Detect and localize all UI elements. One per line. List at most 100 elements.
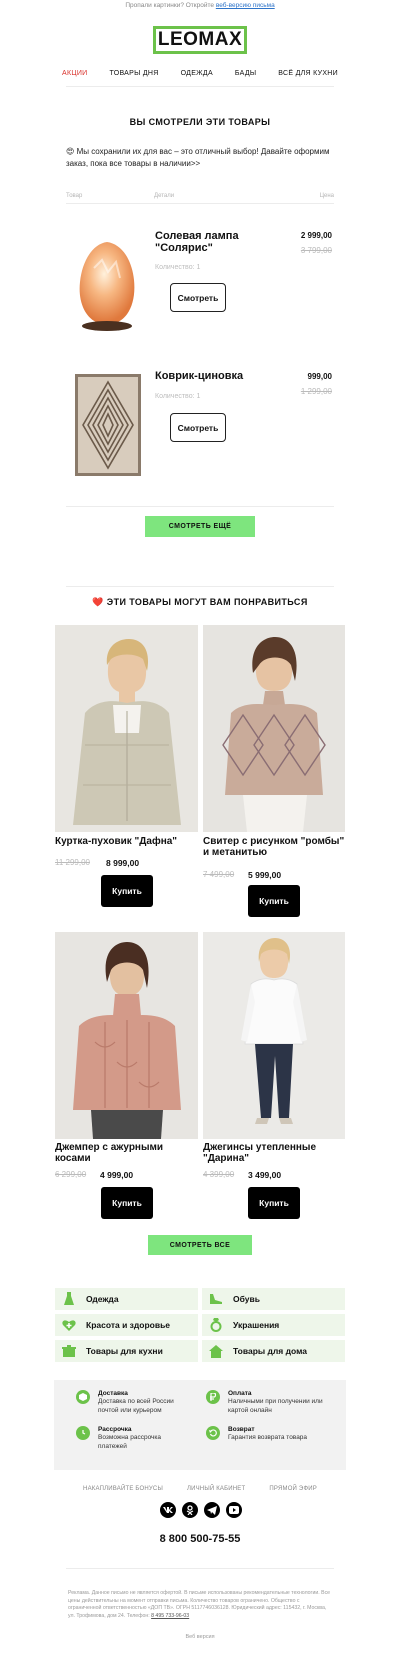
viewed-intro: 😍 Мы сохранили их для вас – это отличный… bbox=[66, 147, 330, 168]
buy-button[interactable]: Купить bbox=[248, 1187, 300, 1219]
category-clothes[interactable]: Одежда bbox=[55, 1288, 198, 1310]
column-details: Детали bbox=[154, 193, 175, 199]
product-old-price: 1 299,00 bbox=[300, 387, 332, 396]
legal-phone-link[interactable]: 8 495 733-96-03 bbox=[151, 1613, 189, 1619]
preheader: Пропали картинки? Откройте веб-версию пи… bbox=[0, 2, 400, 9]
house-icon bbox=[209, 1344, 223, 1358]
see-more-button[interactable]: СМОТРЕТЬ ЕЩЁ bbox=[145, 516, 255, 537]
product-name[interactable]: Солевая лампа "Солярис" bbox=[155, 230, 265, 254]
product-name[interactable]: Джемпер с ажурными косами bbox=[55, 1142, 200, 1164]
see-all-button[interactable]: СМОТРЕТЬ ВСЕ bbox=[148, 1235, 252, 1255]
viewed-title: ВЫ СМОТРЕЛИ ЭТИ ТОВАРЫ bbox=[129, 117, 271, 127]
column-price: Цена bbox=[319, 193, 334, 199]
benefits-block: Доставка Доставка по всей России почтой … bbox=[54, 1380, 346, 1470]
product-quantity: Количество: 1 bbox=[155, 393, 201, 400]
dress-icon bbox=[62, 1292, 76, 1306]
benefit-text: Доставка по всей России почтой или курье… bbox=[98, 1398, 174, 1414]
nav-item-supplements[interactable]: БАДЫ bbox=[235, 70, 256, 77]
ok-icon[interactable] bbox=[182, 1502, 198, 1518]
benefit-text: Наличными при получении или картой онлай… bbox=[228, 1398, 323, 1414]
product-name[interactable]: Джегинсы утепленные "Дарина" bbox=[203, 1142, 345, 1164]
product-price: 8 999,00 bbox=[106, 858, 140, 868]
footer-links: НАКАПЛИВАЙТЕ БОНУСЫ ЛИЧНЫЙ КАБИНЕТ ПРЯМО… bbox=[0, 1486, 400, 1492]
benefit-installments: Рассрочка Возможна рассрочка платежей bbox=[76, 1426, 184, 1451]
benefit-text: Гарантия возврата товара bbox=[228, 1434, 308, 1441]
category-home[interactable]: Товары для дома bbox=[202, 1340, 345, 1362]
legal-text: Реклама. Данное письмо не является оферт… bbox=[68, 1590, 334, 1620]
jumper-image[interactable] bbox=[55, 932, 198, 1139]
social-links bbox=[160, 1502, 242, 1518]
buy-button[interactable]: Купить bbox=[101, 1187, 153, 1219]
benefit-title: Оплата bbox=[228, 1390, 252, 1397]
category-label: Одежда bbox=[86, 1294, 119, 1304]
product-name[interactable]: Коврик-циновка bbox=[155, 370, 265, 382]
view-button[interactable]: Смотреть bbox=[170, 413, 226, 442]
vk-icon[interactable] bbox=[160, 1502, 176, 1518]
legal-copy: Реклама. Данное письмо не является оферт… bbox=[68, 1590, 331, 1619]
box-icon bbox=[76, 1390, 90, 1404]
sweater-image[interactable] bbox=[203, 625, 345, 832]
category-label: Обувь bbox=[233, 1294, 260, 1304]
nav-item-deals[interactable]: ТОВАРЫ ДНЯ bbox=[109, 70, 158, 77]
category-kitchen[interactable]: Товары для кухни bbox=[55, 1340, 198, 1362]
ring-icon bbox=[209, 1318, 223, 1332]
nav-item-kitchen[interactable]: ВСЁ ДЛЯ КУХНИ bbox=[278, 70, 338, 77]
support-phone[interactable]: 8 800 500-75-55 bbox=[0, 1533, 400, 1545]
category-label: Украшения bbox=[233, 1320, 280, 1330]
divider bbox=[66, 86, 334, 87]
footer-link-live[interactable]: ПРЯМОЙ ЭФИР bbox=[269, 1486, 317, 1492]
benefit-title: Доставка bbox=[98, 1390, 128, 1397]
product-price: 3 499,00 bbox=[248, 1170, 282, 1180]
web-version-footer-link[interactable]: Веб версия bbox=[0, 1634, 400, 1640]
logo[interactable]: LEOMAX bbox=[153, 26, 247, 54]
product-price: 999,00 bbox=[307, 372, 332, 381]
nav-item-clothes[interactable]: ОДЕЖДА bbox=[181, 70, 213, 77]
preheader-text: Пропали картинки? Откройте bbox=[125, 2, 215, 9]
salt-lamp-image[interactable] bbox=[74, 238, 140, 334]
product-old-price: 4 399,00 bbox=[203, 1170, 235, 1179]
telegram-icon[interactable] bbox=[204, 1502, 220, 1518]
category-jewelry[interactable]: Украшения bbox=[202, 1314, 345, 1336]
web-version-link[interactable]: веб-версию письма bbox=[216, 2, 275, 9]
buy-button[interactable]: Купить bbox=[248, 885, 300, 917]
logo-text: LEOMAX bbox=[157, 29, 243, 50]
category-beauty[interactable]: Красота и здоровье bbox=[55, 1314, 198, 1336]
recommend-title: ❤️ ЭТИ ТОВАРЫ МОГУТ ВАМ ПОНРАВИТЬСЯ bbox=[92, 597, 308, 607]
clock-icon bbox=[76, 1426, 90, 1440]
footer-link-account[interactable]: ЛИЧНЫЙ КАБИНЕТ bbox=[187, 1486, 245, 1492]
view-button[interactable]: Смотреть bbox=[170, 283, 226, 312]
product-price: 2 999,00 bbox=[300, 231, 332, 240]
benefit-return: Возврат Гарантия возврата товара bbox=[206, 1426, 328, 1442]
column-product: Товар bbox=[66, 193, 83, 199]
mat-image[interactable] bbox=[75, 374, 141, 476]
divider bbox=[66, 1568, 334, 1569]
benefit-delivery: Доставка Доставка по всей России почтой … bbox=[76, 1390, 184, 1415]
pot-icon bbox=[62, 1344, 76, 1358]
product-old-price: 11 299,00 bbox=[55, 858, 90, 867]
top-nav: АКЦИИ ТОВАРЫ ДНЯ ОДЕЖДА БАДЫ ВСЁ ДЛЯ КУХ… bbox=[62, 70, 338, 77]
heart-plus-icon bbox=[62, 1318, 76, 1332]
divider bbox=[66, 506, 334, 507]
product-old-price: 6 299,00 bbox=[55, 1170, 87, 1179]
product-name[interactable]: Куртка-пуховик "Дафна" bbox=[55, 836, 200, 847]
footer-link-bonuses[interactable]: НАКАПЛИВАЙТЕ БОНУСЫ bbox=[83, 1486, 163, 1492]
jeggings-image[interactable] bbox=[203, 932, 345, 1139]
product-name[interactable]: Свитер с рисунком "ромбы" и метанитью bbox=[203, 836, 345, 858]
product-price: 5 999,00 bbox=[248, 870, 282, 880]
product-old-price: 7 499,00 bbox=[203, 870, 235, 879]
return-icon bbox=[206, 1426, 220, 1440]
category-label: Красота и здоровье bbox=[86, 1320, 171, 1330]
category-label: Товары для дома bbox=[233, 1346, 307, 1356]
product-price: 4 999,00 bbox=[100, 1170, 134, 1180]
nav-item-sales[interactable]: АКЦИИ bbox=[62, 70, 88, 77]
buy-button[interactable]: Купить bbox=[101, 875, 153, 907]
jacket-image[interactable] bbox=[55, 625, 198, 832]
youtube-icon[interactable] bbox=[226, 1502, 242, 1518]
shoe-icon bbox=[209, 1292, 223, 1306]
category-shoes[interactable]: Обувь bbox=[202, 1288, 345, 1310]
benefit-title: Рассрочка bbox=[98, 1426, 132, 1433]
benefit-payment: Оплата Наличными при получении или карто… bbox=[206, 1390, 328, 1415]
benefit-text: Возможна рассрочка платежей bbox=[98, 1434, 162, 1450]
ruble-icon bbox=[206, 1390, 220, 1404]
category-label: Товары для кухни bbox=[86, 1346, 163, 1356]
